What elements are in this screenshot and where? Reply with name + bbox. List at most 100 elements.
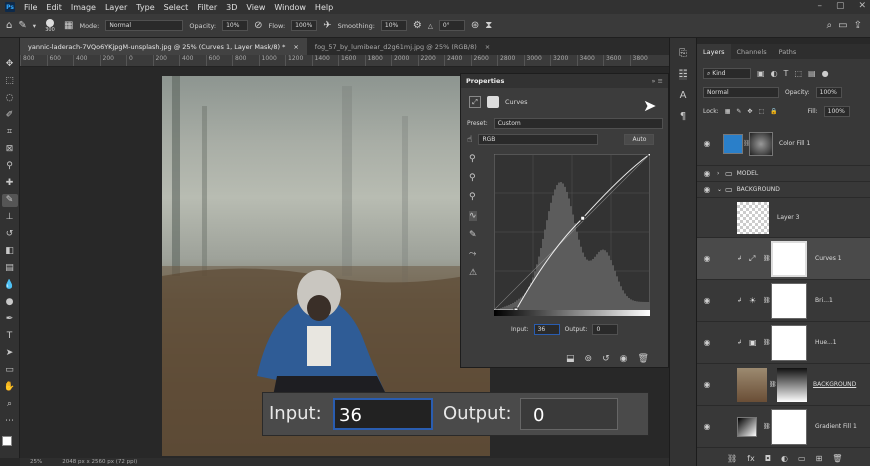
fx-icon[interactable]: fx	[747, 454, 755, 463]
auto-button[interactable]: Auto	[624, 134, 655, 145]
layer-row-selected[interactable]: ◉ ↲ ⤢ ⛓ Curves 1	[697, 238, 870, 280]
output-field-small[interactable]: 0	[592, 324, 619, 335]
filter-smart-icon[interactable]: ▤	[808, 69, 816, 78]
visibility-eye-icon[interactable]: ◉	[697, 213, 717, 222]
visibility-eye-icon[interactable]: ◉	[697, 422, 717, 431]
close-button[interactable]: ✕	[858, 1, 866, 11]
curves-graph[interactable]	[494, 154, 650, 310]
brush-tool-icon[interactable]: ✎	[18, 20, 26, 31]
filter-toggle-icon[interactable]: ●	[822, 69, 829, 78]
foreground-color-swatch[interactable]	[2, 436, 12, 446]
lock-pixels-icon[interactable]: ▦	[725, 108, 731, 115]
mode-select[interactable]: Normal	[105, 20, 184, 31]
pressure-size-icon[interactable]: ⊛	[471, 20, 479, 31]
character-icon[interactable]: A	[680, 90, 687, 101]
adjustments-icon[interactable]: ☷	[678, 69, 688, 80]
on-image-adjust-icon[interactable]: ☝	[467, 135, 472, 145]
filter-adjust-icon[interactable]: ◐	[771, 69, 778, 78]
chevron-down-icon[interactable]: ⌄	[717, 186, 725, 193]
lock-move-icon[interactable]: ✥	[747, 108, 752, 115]
tab-document-2[interactable]: fog_57_by_lumibear_d2g61mj.jpg @ 25% (RG…	[307, 38, 498, 55]
zoom-tool-icon[interactable]: ⌕	[2, 398, 18, 411]
pen-tool-icon[interactable]: ✒	[2, 313, 18, 326]
filter-kind-select[interactable]: ⌕ Kind	[703, 68, 751, 79]
healing-tool-icon[interactable]: ✚	[2, 177, 18, 190]
workspace-icon[interactable]: ▭	[838, 20, 847, 31]
airbrush-icon[interactable]: ✈	[323, 20, 331, 31]
menu-view[interactable]: View	[246, 3, 265, 12]
filter-shape-icon[interactable]: ⬚	[794, 69, 802, 78]
eyedropper-gray-icon[interactable]: ⚲	[469, 173, 477, 183]
history-icon[interactable]: ⎘	[679, 48, 687, 59]
link-layers-icon[interactable]: ⛓	[727, 454, 737, 463]
brush-tool-icon[interactable]: ✎	[1, 194, 18, 207]
dodge-tool-icon[interactable]: ●	[2, 296, 18, 309]
eyedropper-black-icon[interactable]: ⚲	[469, 154, 477, 164]
angle-field[interactable]: 0°	[438, 20, 465, 31]
layer-row[interactable]: ◉ ⛓ Color Fill 1	[697, 122, 870, 166]
history-brush-icon[interactable]: ↺	[2, 228, 18, 241]
paragraph-icon[interactable]: ¶	[680, 111, 686, 122]
smooth-curve-icon[interactable]: ⤳	[469, 249, 477, 259]
frame-tool-icon[interactable]: ⊠	[2, 143, 18, 156]
visibility-eye-icon[interactable]: ◉	[697, 169, 717, 178]
curves-adjustment-icon[interactable]: ⤢	[469, 96, 481, 108]
tab-close-icon[interactable]: ×	[485, 43, 490, 51]
filter-type-icon[interactable]: T	[784, 69, 789, 78]
menu-type[interactable]: Type	[136, 3, 154, 12]
path-select-icon[interactable]: ➤	[2, 347, 18, 360]
layer-row[interactable]: ◉ Layer 3	[697, 198, 870, 238]
visibility-eye-icon[interactable]: ◉	[697, 338, 717, 347]
menu-window[interactable]: Window	[274, 3, 306, 12]
brush-preset-picker[interactable]: 300	[42, 18, 58, 33]
mask-icon[interactable]	[487, 96, 499, 108]
chevron-down-icon[interactable]: ▾	[33, 22, 36, 30]
fill-field[interactable]: 100%	[823, 106, 850, 117]
menu-select[interactable]: Select	[164, 3, 189, 12]
flow-field[interactable]: 100%	[291, 20, 318, 31]
panel-menu-icon[interactable]: » ≡	[652, 77, 664, 85]
menu-help[interactable]: Help	[315, 3, 333, 12]
share-icon[interactable]: ⇪	[854, 20, 862, 31]
visibility-eye-icon[interactable]: ◉	[697, 254, 717, 263]
layer-group-row[interactable]: ◉ › ▭ MODEL	[697, 166, 870, 182]
quick-select-tool-icon[interactable]: ✐	[2, 109, 18, 122]
menu-edit[interactable]: Edit	[46, 3, 62, 12]
add-mask-icon[interactable]: ◘	[765, 454, 771, 463]
curve-point-tool-icon[interactable]: ∿	[469, 211, 478, 221]
output-field[interactable]: 0	[520, 398, 618, 430]
color-swatches[interactable]	[2, 436, 18, 456]
home-icon[interactable]: ⌂	[6, 20, 12, 31]
channel-select[interactable]: RGB	[478, 134, 599, 145]
layer-row[interactable]: ◉ ⛓ BACKGROUND	[697, 364, 870, 406]
gradient-tool-icon[interactable]: ▤	[2, 262, 18, 275]
new-layer-icon[interactable]: ⊞	[816, 454, 823, 463]
eyedropper-tool-icon[interactable]: ⚲	[2, 160, 18, 173]
clipping-warning-icon[interactable]: ⚠	[469, 268, 477, 278]
lasso-tool-icon[interactable]: ◌	[2, 92, 18, 105]
gear-icon[interactable]: ⚙	[413, 20, 422, 31]
type-tool-icon[interactable]: T	[2, 330, 18, 343]
shape-tool-icon[interactable]: ▭	[2, 364, 18, 377]
tab-close-icon[interactable]: ×	[293, 43, 298, 51]
lock-all-icon[interactable]: 🔒	[770, 108, 777, 115]
pencil-curve-icon[interactable]: ✎	[469, 230, 477, 240]
blend-mode-select[interactable]: Normal	[703, 87, 779, 98]
opacity-field[interactable]: 10%	[222, 20, 249, 31]
input-field[interactable]: 36	[333, 398, 433, 430]
input-field-small[interactable]: 36	[533, 324, 560, 335]
lock-paint-icon[interactable]: ✎	[736, 108, 741, 115]
adjustment-layer-icon[interactable]: ◐	[781, 454, 788, 463]
symmetry-icon[interactable]: ⧗	[485, 20, 492, 31]
visibility-eye-icon[interactable]: ◉	[697, 380, 717, 389]
tab-channels[interactable]: Channels	[731, 44, 773, 59]
eyedropper-white-icon[interactable]: ⚲	[469, 192, 477, 202]
move-tool-icon[interactable]: ✥	[2, 58, 18, 71]
tab-layers[interactable]: Layers	[697, 44, 731, 59]
visibility-eye-icon[interactable]: ◉	[697, 139, 717, 148]
preset-select[interactable]: Custom	[493, 118, 663, 129]
view-previous-icon[interactable]: ⊚	[585, 354, 593, 364]
crop-tool-icon[interactable]: ⌗	[2, 126, 18, 139]
tab-document-1[interactable]: yannic-laderach-7VQo6YKjpgM-unsplash.jpg…	[20, 38, 307, 55]
trash-icon[interactable]: 🗑	[637, 354, 648, 364]
